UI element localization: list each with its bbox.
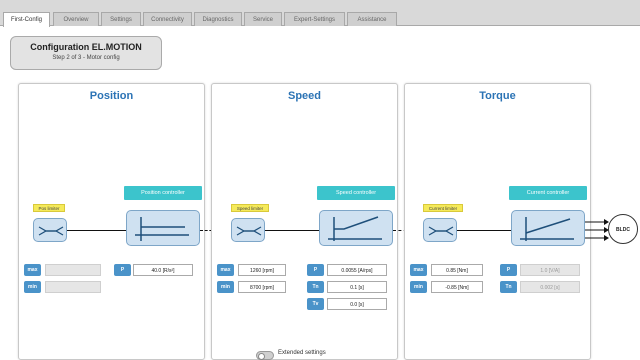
extended-settings-label: Extended settings xyxy=(278,350,326,356)
extended-settings-toggle[interactable] xyxy=(256,351,274,360)
torque-tn-field: 0.002 [s] xyxy=(520,281,580,293)
torque-min-button[interactable]: min xyxy=(410,281,427,293)
speed-wire xyxy=(265,230,319,231)
speed-tv-button[interactable]: Tv xyxy=(307,298,324,310)
torque-p-field: 1.0 [V/A] xyxy=(520,264,580,276)
torque-controller-block[interactable] xyxy=(511,210,585,246)
tab-first-config[interactable]: First-Config xyxy=(3,12,50,27)
limiter-icon xyxy=(236,226,262,236)
tab-service[interactable]: Service xyxy=(244,12,282,26)
speed-tv-field[interactable]: 0.0 [s] xyxy=(327,298,387,310)
speed-min-field[interactable]: 8700 [rpm] xyxy=(238,281,286,293)
position-p-field[interactable]: 40.0 [R/s²] xyxy=(133,264,193,276)
pid-controller-icon xyxy=(328,216,382,241)
torque-p-button[interactable]: P xyxy=(500,264,517,276)
position-max-field xyxy=(45,264,101,276)
toggle-knob xyxy=(258,353,265,360)
speed-max-button[interactable]: max xyxy=(217,264,234,276)
speed-p-button[interactable]: P xyxy=(307,264,324,276)
speed-title: Speed xyxy=(287,90,321,102)
position-max-button[interactable]: max xyxy=(24,264,41,276)
limiter-icon xyxy=(38,226,64,236)
pi-controller-icon xyxy=(520,217,574,241)
config-header: Configuration EL.MOTION Step 2 of 3 - Mo… xyxy=(10,36,162,70)
torque-max-field[interactable]: 0.85 [Nm] xyxy=(431,264,483,276)
speed-controller-block[interactable] xyxy=(319,210,393,246)
position-p-button[interactable]: P xyxy=(114,264,131,276)
tab-settings[interactable]: Settings xyxy=(101,12,141,26)
tab-expert-settings[interactable]: Expert-Settings xyxy=(284,12,345,26)
tab-connectivity[interactable]: Connectivity xyxy=(143,12,192,26)
speed-limiter-label: Speed limiter xyxy=(231,204,269,212)
torque-tn-button[interactable]: Tn xyxy=(500,281,517,293)
speed-limiter-block[interactable] xyxy=(231,218,265,242)
position-min-field xyxy=(45,281,101,293)
torque-max-button[interactable]: max xyxy=(410,264,427,276)
limiter-icon xyxy=(428,226,454,236)
motor-arrows-icon xyxy=(585,219,609,241)
position-limiter-label: Pos limiter xyxy=(33,204,65,212)
tab-diagnostics[interactable]: Diagnostics xyxy=(194,12,242,26)
torque-title: Torque xyxy=(479,90,516,102)
motor-bldc: BLDC xyxy=(608,214,638,244)
config-title: Configuration EL.MOTION xyxy=(30,42,142,52)
position-min-button[interactable]: min xyxy=(24,281,41,293)
position-title: Position xyxy=(89,90,134,102)
speed-tn-field[interactable]: 0.1 [s] xyxy=(327,281,387,293)
position-controller-label: Position controller xyxy=(124,186,202,200)
config-step: Step 2 of 3 - Motor config xyxy=(52,55,120,61)
speed-p-field[interactable]: 0.0055 [A/rps] xyxy=(327,264,387,276)
torque-limiter-label: Current limiter xyxy=(423,204,463,212)
speed-max-field[interactable]: 1260 [rpm] xyxy=(238,264,286,276)
position-limiter-block[interactable] xyxy=(33,218,67,242)
tab-bar: First-Config Overview Settings Connectiv… xyxy=(0,0,640,27)
position-controller-block[interactable] xyxy=(126,210,200,246)
torque-controller-label: Current controller xyxy=(509,186,587,200)
torque-limiter-block[interactable] xyxy=(423,218,457,242)
speed-controller-label: Speed controller xyxy=(317,186,395,200)
torque-min-field[interactable]: -0.85 [Nm] xyxy=(431,281,483,293)
speed-min-button[interactable]: min xyxy=(217,281,234,293)
tab-assistance[interactable]: Assistance xyxy=(347,12,397,26)
torque-wire xyxy=(457,230,511,231)
position-wire xyxy=(67,230,126,231)
p-controller-icon xyxy=(135,217,189,241)
tab-overview[interactable]: Overview xyxy=(53,12,99,26)
speed-tn-button[interactable]: Tn xyxy=(307,281,324,293)
